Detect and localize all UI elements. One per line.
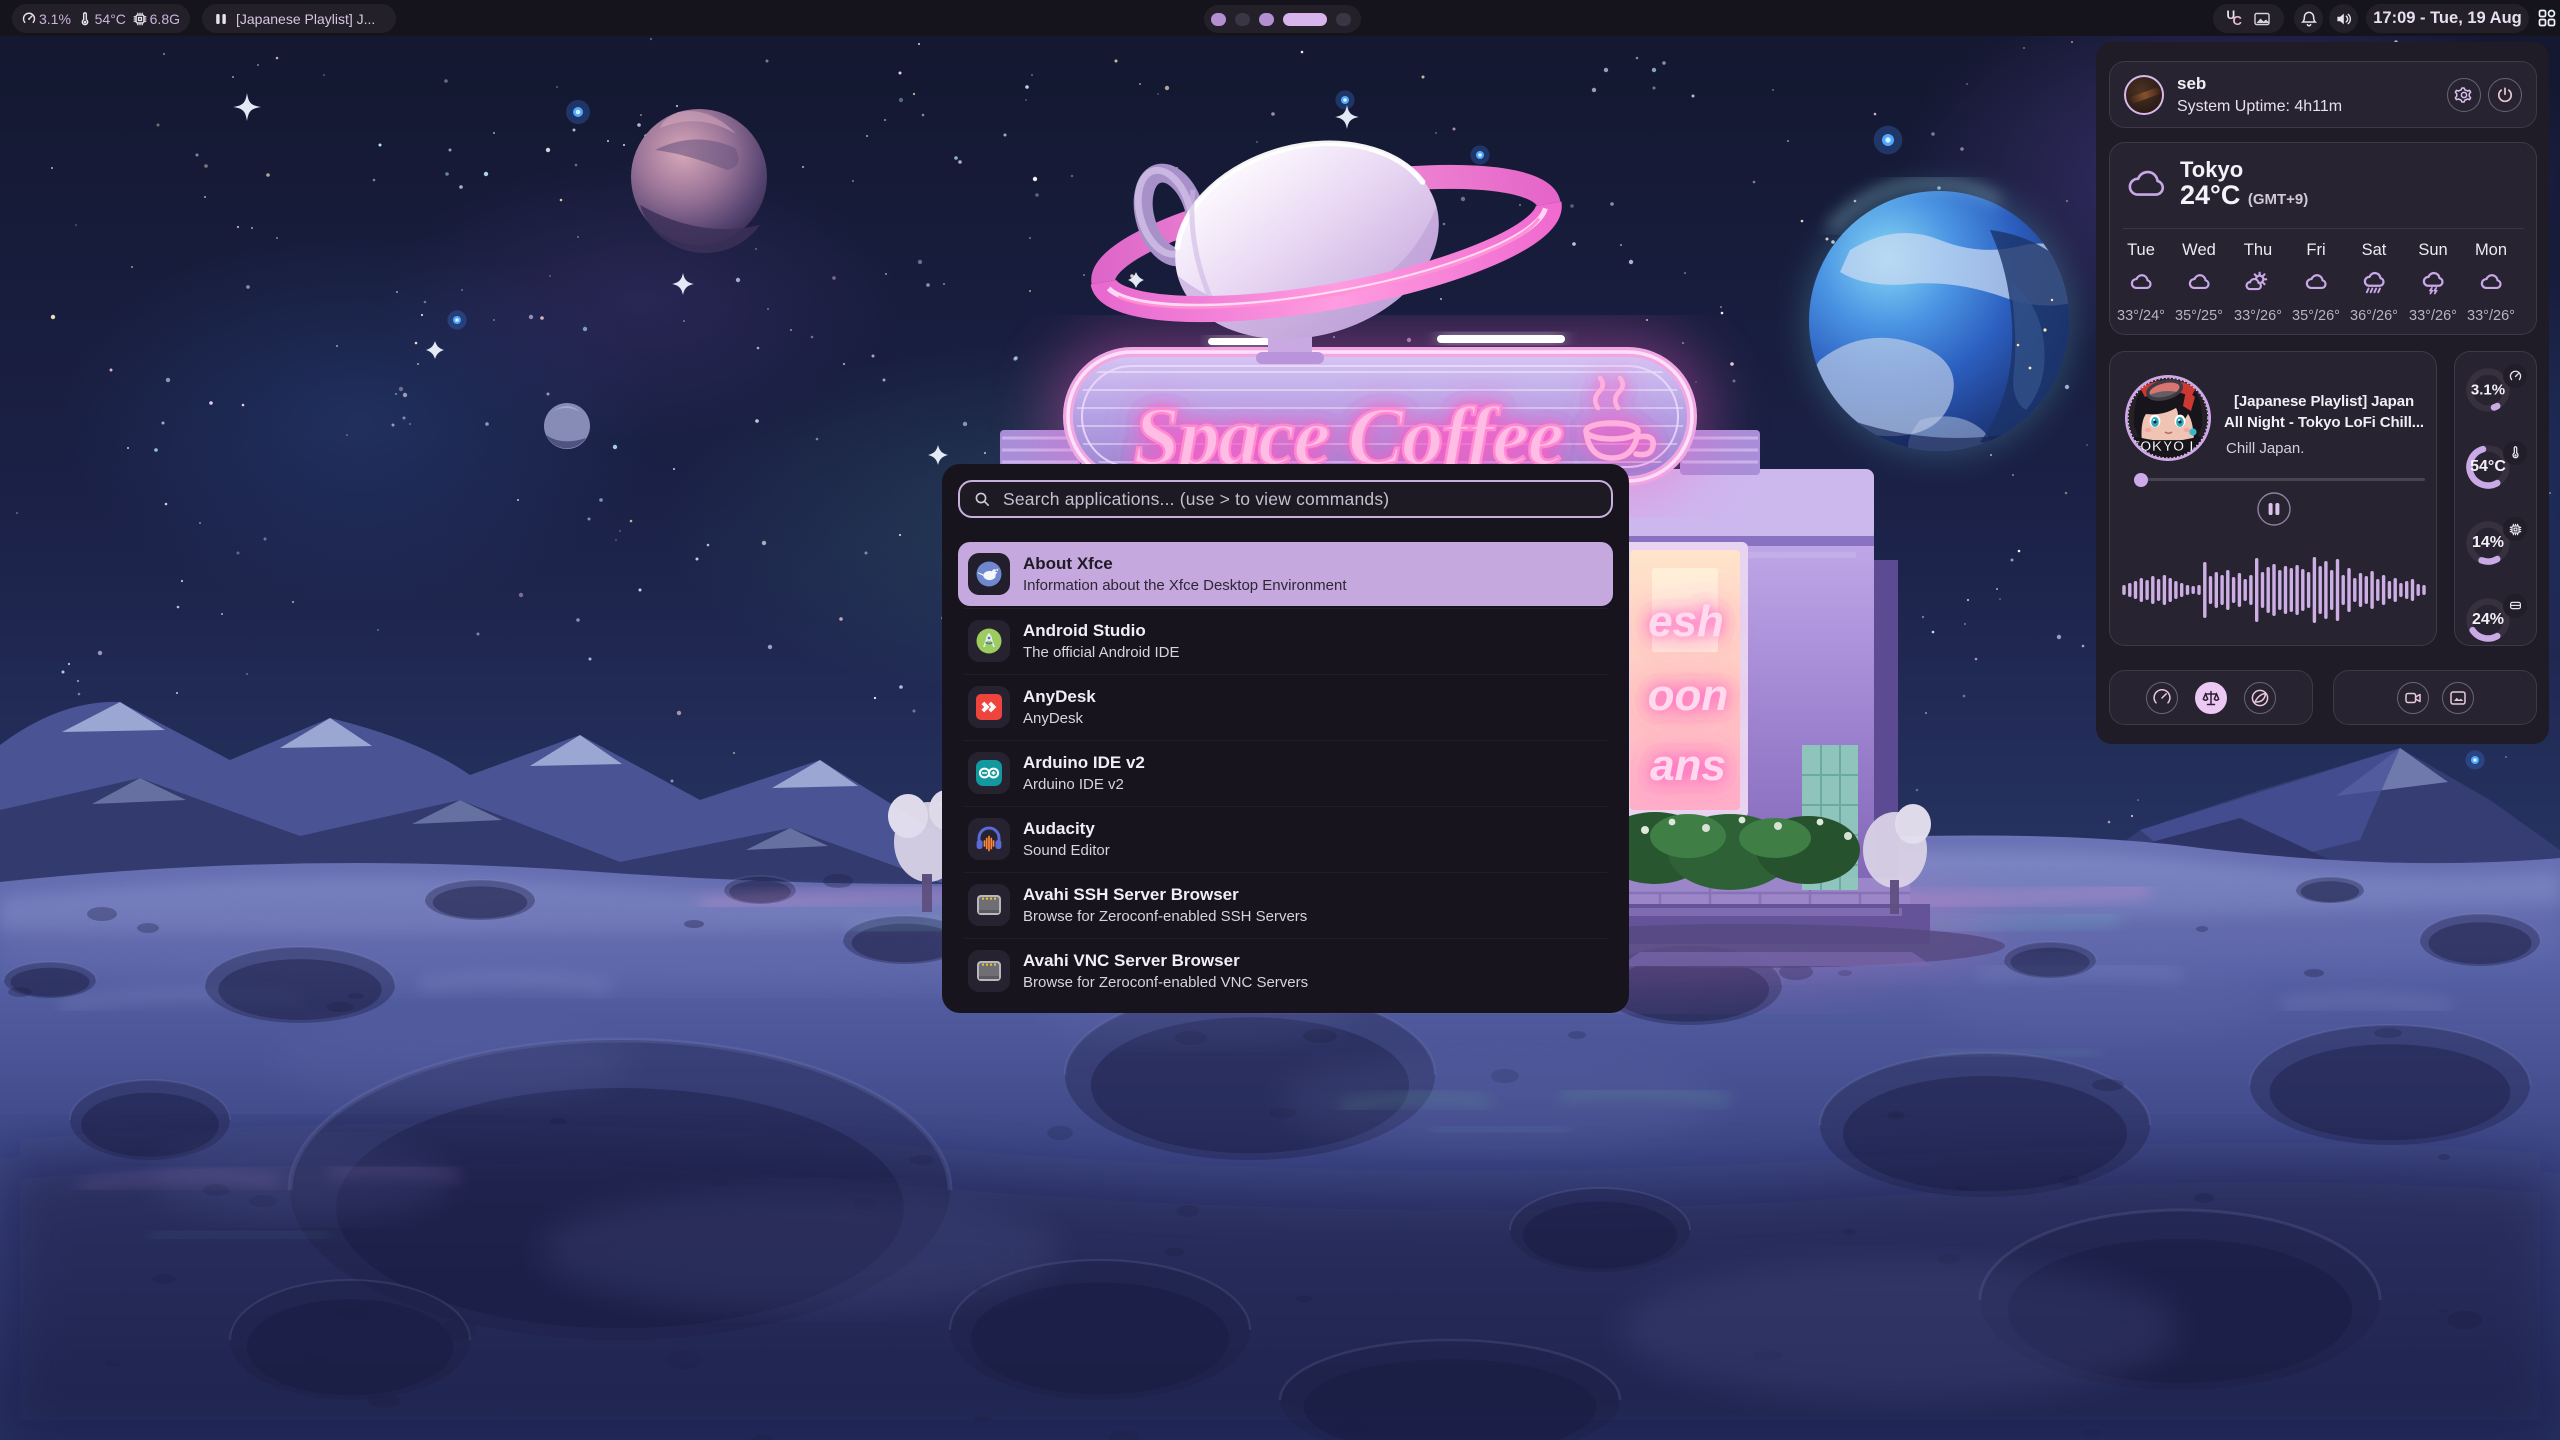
svg-text:ans: ans <box>1650 741 1726 790</box>
svg-text:esh: esh <box>1648 597 1724 646</box>
svg-text:oon: oon <box>1648 671 1729 720</box>
